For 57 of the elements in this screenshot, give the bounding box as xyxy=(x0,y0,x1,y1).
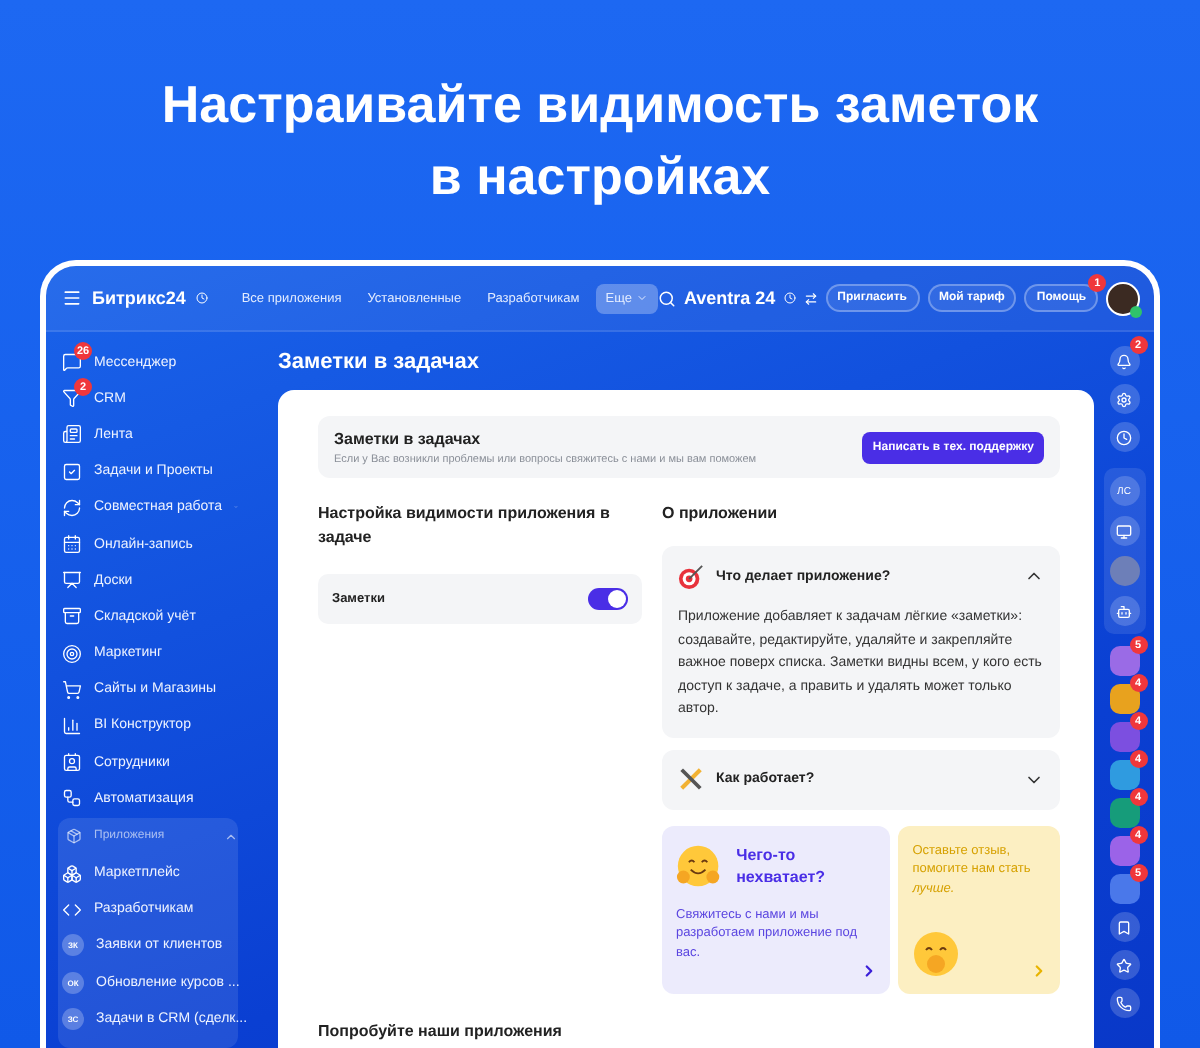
message-icon xyxy=(62,352,82,373)
portal-name: Aventra 24 xyxy=(683,288,776,308)
rail-button[interactable] xyxy=(1109,346,1139,376)
robot-icon xyxy=(1116,603,1132,619)
rail-button[interactable] xyxy=(1109,912,1139,942)
calendar-icon xyxy=(62,534,82,555)
status-dot xyxy=(1130,305,1143,317)
app-icon[interactable] xyxy=(1109,684,1139,714)
search-icon[interactable] xyxy=(657,289,676,307)
presentation-icon xyxy=(62,570,82,591)
rail-button[interactable] xyxy=(1109,950,1139,980)
bell-icon xyxy=(1116,353,1132,369)
logo: Битрикс24 xyxy=(92,288,186,308)
target-icon xyxy=(678,563,704,589)
boxes-icon xyxy=(62,863,82,884)
gear-icon xyxy=(1116,391,1132,407)
smiling-face-icon xyxy=(912,929,961,977)
section-heading: Настройка видимости приложения в задаче xyxy=(318,502,612,550)
rail-button[interactable] xyxy=(1109,516,1139,546)
bar-chart-icon xyxy=(62,715,82,736)
panel-title: Заметки в задачах xyxy=(334,430,483,448)
workflow-icon xyxy=(62,788,82,809)
menu-icon[interactable] xyxy=(62,288,82,308)
monitor-icon xyxy=(1116,523,1132,539)
section-heading: Попробуйте наши приложения xyxy=(318,1021,564,1039)
tools-icon xyxy=(678,766,704,792)
rail-button[interactable] xyxy=(1109,988,1139,1018)
smiling-face-icon xyxy=(676,841,721,889)
archive-icon xyxy=(62,606,82,627)
newspaper-icon xyxy=(62,424,82,445)
clock-icon xyxy=(783,292,796,304)
rail-button[interactable] xyxy=(1109,596,1139,626)
phone-icon xyxy=(1116,995,1132,1011)
rail-button[interactable] xyxy=(1109,422,1139,452)
target-icon xyxy=(62,643,82,664)
card-title: Чего-то нехватает? xyxy=(736,843,827,887)
caret-icon xyxy=(635,292,648,304)
section-heading: О приложении xyxy=(662,502,780,526)
cart-icon xyxy=(62,679,82,700)
package-icon xyxy=(66,828,82,845)
funnel-icon xyxy=(62,388,82,409)
headline: Настраивайте видимость заметок в настройках xyxy=(160,72,1040,210)
refresh-icon xyxy=(62,497,82,518)
clock-icon xyxy=(1116,429,1132,445)
id-card-icon xyxy=(62,752,82,773)
star-icon xyxy=(1116,957,1132,973)
app-icon[interactable] xyxy=(1109,760,1139,790)
rail-button[interactable] xyxy=(1109,384,1139,414)
checkbox-icon xyxy=(62,461,82,482)
swap-icon[interactable] xyxy=(803,291,818,305)
code-icon xyxy=(62,899,82,920)
chevron-right-icon xyxy=(1030,961,1048,979)
page-title: Заметки в задачах xyxy=(278,350,482,374)
user-avatar[interactable] xyxy=(1106,281,1141,315)
toggle-switch[interactable] xyxy=(588,588,628,610)
bookmark-icon xyxy=(1116,919,1132,935)
clock-icon xyxy=(195,292,208,304)
